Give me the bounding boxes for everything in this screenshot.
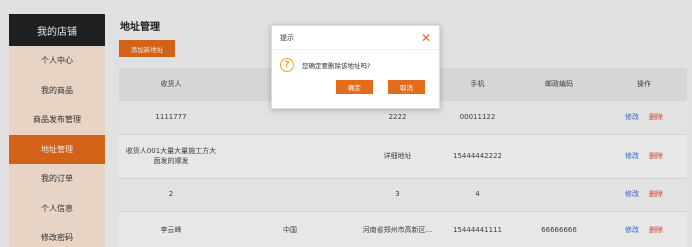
confirm-dialog: 提示 ✕ ? 您确定要删除该地址吗? 确定 取消 bbox=[271, 25, 440, 109]
dialog-body: ? 您确定要删除该地址吗? bbox=[272, 50, 439, 72]
confirm-button[interactable]: 确定 bbox=[336, 80, 373, 94]
dialog-header: 提示 ✕ bbox=[272, 26, 439, 50]
close-icon[interactable]: ✕ bbox=[421, 32, 431, 44]
dialog-message: 您确定要删除该地址吗? bbox=[302, 62, 371, 70]
dialog-actions: 确定 取消 bbox=[336, 80, 425, 94]
question-icon: ? bbox=[280, 58, 294, 72]
cancel-button[interactable]: 取消 bbox=[388, 80, 425, 94]
dialog-title: 提示 bbox=[280, 33, 294, 42]
